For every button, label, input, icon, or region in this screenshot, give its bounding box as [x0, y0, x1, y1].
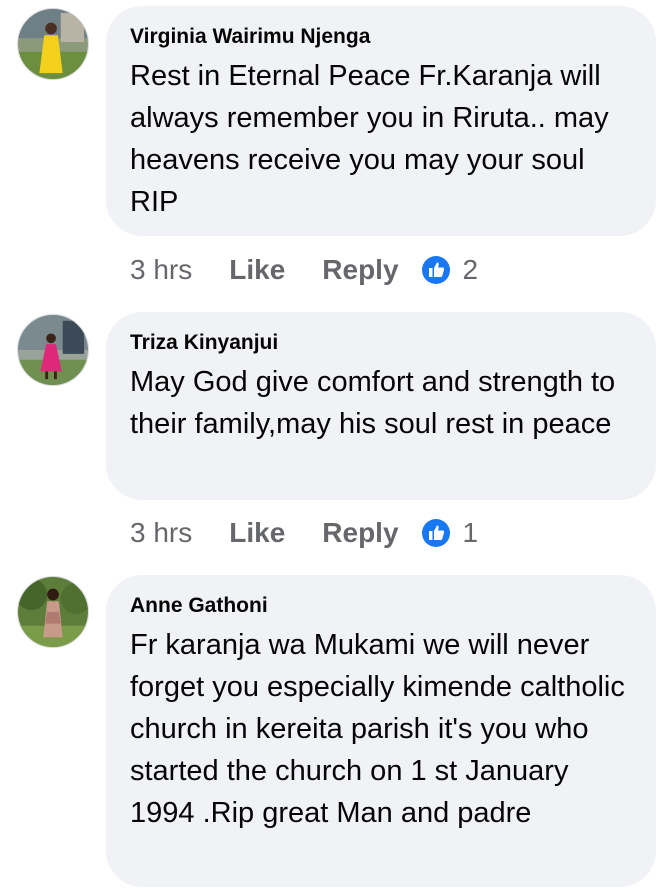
reply-button[interactable]: Reply	[322, 254, 398, 286]
reaction-summary[interactable]: 1	[421, 517, 479, 549]
avatar[interactable]	[17, 576, 89, 648]
avatar[interactable]	[17, 314, 89, 386]
comment-author[interactable]: Triza Kinyanjui	[130, 328, 632, 358]
comment-bubble: Triza Kinyanjui May God give comfort and…	[106, 312, 656, 500]
avatar[interactable]	[17, 8, 89, 80]
thumbs-up-icon	[421, 518, 451, 548]
comment-bubble: Virginia Wairimu Njenga Rest in Eternal …	[106, 6, 656, 236]
comment-bubble: Anne Gathoni Fr karanja wa Mukami we wil…	[106, 575, 656, 887]
reaction-count: 2	[462, 254, 479, 285]
comment-text: Rest in Eternal Peace Fr.Karanja will al…	[130, 60, 609, 218]
like-button[interactable]: Like	[229, 517, 285, 549]
comment-actions: 3 hrs Like Reply 1	[130, 515, 478, 551]
avatar-photo	[18, 315, 88, 385]
avatar-photo	[18, 577, 88, 647]
like-button[interactable]: Like	[229, 254, 285, 286]
reaction-summary[interactable]: 2	[421, 254, 479, 286]
reaction-count: 1	[462, 517, 479, 548]
thumbs-up-icon	[421, 255, 451, 285]
comment-author[interactable]: Anne Gathoni	[130, 591, 632, 621]
comment-author[interactable]: Virginia Wairimu Njenga	[130, 22, 632, 52]
comment-timestamp[interactable]: 3 hrs	[130, 254, 192, 286]
reply-button[interactable]: Reply	[322, 517, 398, 549]
comment-text: May God give comfort and strength to the…	[130, 366, 616, 440]
comment-timestamp[interactable]: 3 hrs	[130, 517, 192, 549]
avatar-photo	[18, 9, 88, 79]
comment-actions: 3 hrs Like Reply 2	[130, 252, 478, 288]
comment-text: Fr karanja wa Mukami we will never forge…	[130, 629, 625, 829]
